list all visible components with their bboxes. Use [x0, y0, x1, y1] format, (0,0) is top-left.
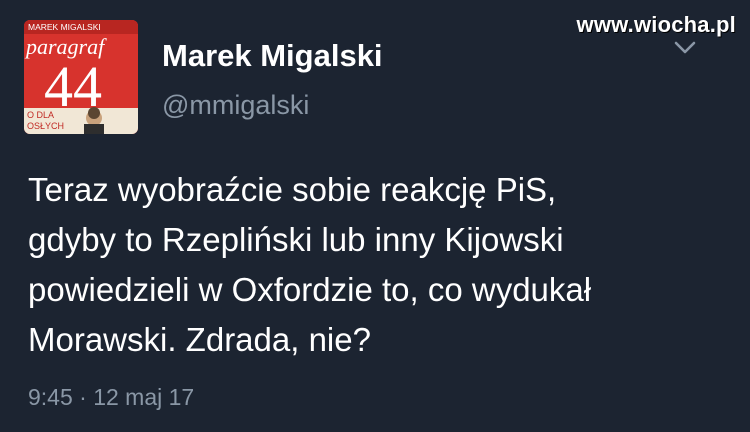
tweet-card: www.wiocha.pl MAREK MIGALSKI paragraf 44…: [0, 0, 750, 432]
book-cover-image: MAREK MIGALSKI paragraf 44 O DLA OSŁYCH: [24, 20, 138, 134]
tweet-line: powiedzieli w Oxfordzie to, co wydukał: [28, 271, 592, 308]
chevron-down-icon[interactable]: [674, 40, 696, 56]
author-handle[interactable]: @mmigalski: [162, 90, 309, 121]
avatar-top-text: MAREK MIGALSKI: [28, 22, 101, 32]
tweet-line: Teraz wyobraźcie sobie reakcję PiS,: [28, 171, 557, 208]
avatar-bottom-text-1: O DLA: [27, 110, 54, 120]
avatar[interactable]: MAREK MIGALSKI paragraf 44 O DLA OSŁYCH: [24, 20, 138, 134]
tweet-line: gdyby to Rzepliński lub inny Kijowski: [28, 221, 564, 258]
tweet-timestamp[interactable]: 9:45 · 12 maj 17: [28, 384, 194, 411]
tweet-text: Teraz wyobraźcie sobie reakcję PiS, gdyb…: [28, 165, 728, 365]
tweet-line: Morawski. Zdrada, nie?: [28, 321, 371, 358]
author-name[interactable]: Marek Migalski: [162, 38, 383, 74]
watermark: www.wiocha.pl: [576, 12, 736, 37]
avatar-bottom-text-2: OSŁYCH: [27, 121, 64, 131]
